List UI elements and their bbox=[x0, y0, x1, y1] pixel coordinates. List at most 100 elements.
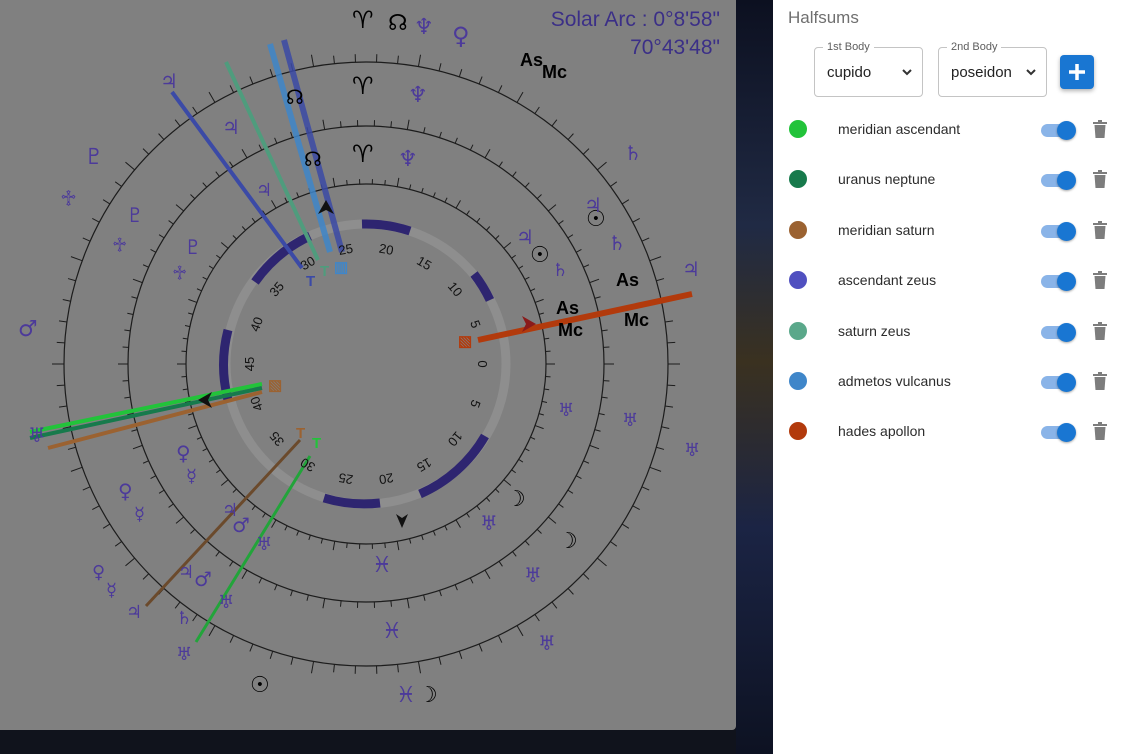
visibility-toggle[interactable] bbox=[1041, 423, 1077, 443]
solar-arc-readout: Solar Arc : 0°8'58" 70°43'48" bbox=[551, 6, 720, 62]
degree-tick bbox=[632, 505, 640, 510]
degree-tick bbox=[512, 551, 517, 557]
degree-tick bbox=[444, 197, 448, 203]
trash-icon[interactable] bbox=[1093, 321, 1107, 340]
node-glyph-inner: ☊ bbox=[304, 147, 322, 171]
trash-icon[interactable] bbox=[1093, 170, 1107, 189]
first-body-select[interactable]: 1st Body cupido bbox=[814, 40, 923, 97]
uranus-glyph-right: ♅ bbox=[558, 400, 574, 421]
halfsum-label: admetos vulcanus bbox=[838, 372, 951, 389]
degree-tick bbox=[454, 137, 458, 144]
pointer-arrow-bottom[interactable] bbox=[396, 514, 408, 528]
dial-degree-label: 15 bbox=[414, 455, 434, 475]
admetos-glyph: ♃ bbox=[126, 602, 142, 623]
solar-arc-line-1: Solar Arc : 0°8'58" bbox=[550, 8, 720, 31]
venus-glyph-outer: ♀ bbox=[452, 22, 470, 50]
visibility-toggle[interactable] bbox=[1041, 221, 1077, 241]
pluto-glyph: ♇ bbox=[184, 235, 202, 259]
jupiter-glyph: ♃ bbox=[160, 69, 178, 93]
degree-tick bbox=[406, 598, 410, 609]
halfsum-line-meridian-ascendant-lower[interactable] bbox=[194, 455, 312, 643]
first-body-legend: 1st Body bbox=[823, 40, 874, 54]
degree-tick bbox=[306, 594, 309, 601]
degree-tick bbox=[601, 396, 608, 399]
degree-tick bbox=[632, 218, 640, 223]
aries-glyph-middle: ♈ bbox=[352, 72, 374, 100]
kronos-glyph: ♅ bbox=[28, 423, 46, 447]
visibility-toggle[interactable] bbox=[1041, 372, 1077, 392]
degree-tick bbox=[567, 588, 574, 595]
chevron-down-icon bbox=[1026, 69, 1036, 76]
second-body-select[interactable]: 2nd Body poseidon bbox=[938, 40, 1047, 97]
neptune-glyph-middle: ♆ bbox=[408, 83, 428, 108]
degree-tick bbox=[534, 425, 544, 430]
degree-tick bbox=[322, 598, 326, 609]
degree-tick bbox=[649, 256, 662, 262]
degree-tick bbox=[610, 541, 618, 547]
jupiter-glyph: ♃ bbox=[222, 115, 240, 139]
color-swatch bbox=[789, 170, 807, 189]
node-glyph-outer: ☊ bbox=[388, 11, 408, 36]
degree-tick bbox=[516, 91, 524, 103]
solar-arc-line-2: 70°43'48" bbox=[630, 36, 720, 59]
degree-tick bbox=[215, 551, 220, 557]
degree-tick bbox=[432, 192, 436, 198]
degree-tick bbox=[158, 133, 165, 140]
degree-tick bbox=[274, 137, 278, 144]
visibility-toggle[interactable] bbox=[1041, 171, 1077, 191]
trash-icon[interactable] bbox=[1093, 371, 1107, 390]
degree-tick bbox=[216, 469, 221, 474]
degree-tick bbox=[582, 148, 590, 155]
trash-icon[interactable] bbox=[1093, 120, 1107, 138]
degree-tick bbox=[478, 76, 483, 85]
halfsum-marker: ▧ bbox=[458, 333, 472, 350]
degree-tick bbox=[290, 131, 293, 138]
degree-tick bbox=[142, 264, 149, 268]
halfsum-line-meridian-saturn-lower[interactable] bbox=[144, 438, 302, 608]
degree-tick bbox=[469, 144, 474, 151]
degree-tick bbox=[229, 161, 234, 167]
dial-degree-label: 20 bbox=[378, 241, 395, 258]
halfsum-line-hades-apollon[interactable] bbox=[477, 291, 693, 343]
list-item: uranus neptune bbox=[773, 154, 1129, 204]
degree-tick bbox=[125, 161, 135, 171]
add-halfsum-button[interactable] bbox=[1060, 55, 1094, 89]
visibility-toggle[interactable] bbox=[1041, 272, 1077, 292]
degree-tick bbox=[196, 288, 202, 292]
astrology-chart-panel[interactable]: As Mc As Mc As Mc ♈ ☊ ♆ ♀ ♈ ♆ ☊ ♈ ♆ ☊ ♃ … bbox=[0, 0, 736, 730]
degree-tick bbox=[656, 446, 665, 450]
degree-tick bbox=[495, 488, 500, 493]
ascendant-label-inner: As bbox=[556, 298, 579, 318]
degree-tick bbox=[511, 254, 516, 259]
moon-glyph: ☽ bbox=[558, 529, 578, 554]
degree-tick bbox=[476, 217, 481, 223]
uranian-dial-chart[interactable]: As Mc As Mc As Mc ♈ ☊ ♆ ♀ ♈ ♆ ☊ ♈ ♆ ☊ ♃ … bbox=[0, 0, 736, 730]
trash-icon[interactable] bbox=[1093, 422, 1107, 441]
degree-tick bbox=[390, 600, 393, 607]
trash-icon[interactable] bbox=[1093, 271, 1107, 290]
degree-tick bbox=[322, 119, 326, 130]
cupido-glyph: ♃ bbox=[516, 225, 534, 249]
second-body-legend: 2nd Body bbox=[947, 40, 1002, 54]
visibility-toggle[interactable] bbox=[1041, 322, 1077, 342]
visibility-toggle[interactable] bbox=[1041, 121, 1077, 140]
degree-tick bbox=[547, 516, 557, 524]
halfsum-line-ascendant-zeus[interactable] bbox=[281, 39, 345, 253]
dial-degree-label: 10 bbox=[445, 429, 466, 450]
degree-tick bbox=[132, 278, 143, 284]
degree-tick bbox=[536, 528, 542, 534]
halfsum-marker: ▧ bbox=[268, 377, 282, 394]
halfsums-panel: Halfsums 1st Body cupido 2nd Body poseid… bbox=[773, 0, 1129, 754]
degree-tick bbox=[664, 320, 674, 323]
degree-tick bbox=[558, 503, 564, 508]
degree-tick bbox=[516, 625, 524, 637]
t-mark: T bbox=[296, 425, 305, 442]
degree-tick bbox=[518, 458, 524, 463]
degree-tick bbox=[175, 516, 185, 524]
degree-tick bbox=[478, 643, 483, 652]
halfsum-marker: ▥ bbox=[334, 259, 348, 276]
degree-tick bbox=[598, 412, 605, 416]
cupido-glyph: ♃ bbox=[584, 193, 602, 217]
trash-icon[interactable] bbox=[1093, 220, 1107, 239]
halfsum-line-uranus-neptune[interactable] bbox=[29, 386, 263, 440]
